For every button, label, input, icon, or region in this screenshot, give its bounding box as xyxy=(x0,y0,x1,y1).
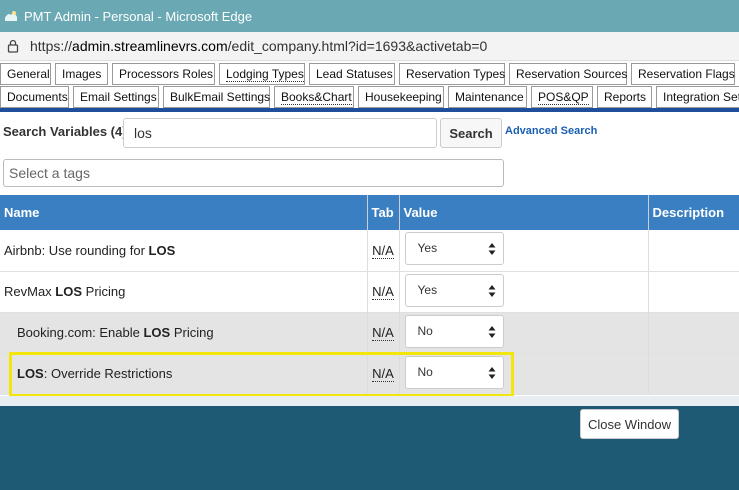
tab-bar: General Images Processors Roles Lodging … xyxy=(0,61,739,111)
tab-housekeeping[interactable]: Housekeeping xyxy=(358,86,444,108)
value-select[interactable]: Yes xyxy=(404,232,504,266)
window-titlebar: PMT Admin - Personal - Microsoft Edge xyxy=(0,0,739,32)
variable-tab: N/A xyxy=(367,312,400,354)
tab-general[interactable]: General xyxy=(0,63,51,85)
tab-reservation-types[interactable]: Reservation Types xyxy=(399,63,505,85)
url-prefix: https:// xyxy=(30,38,73,54)
select-arrows-icon xyxy=(488,366,495,379)
variable-value-cell: Yes xyxy=(399,230,649,272)
tab-integration-settings[interactable]: Integration Setti xyxy=(656,86,739,108)
url-text[interactable]: https://admin.streamlinevrs.com/edit_com… xyxy=(30,38,487,54)
value-select[interactable]: No xyxy=(404,314,504,348)
url-host: admin.streamlinevrs.com xyxy=(72,38,228,54)
variable-description xyxy=(648,353,739,395)
header-tab[interactable]: Tab xyxy=(367,195,400,230)
tab-email-settings[interactable]: Email Settings xyxy=(73,86,159,108)
value-select[interactable]: Yes xyxy=(404,273,504,307)
search-input[interactable] xyxy=(123,118,437,148)
variable-description xyxy=(648,230,739,272)
variable-value-cell: No xyxy=(399,353,649,395)
variable-value-cell: Yes xyxy=(399,271,649,313)
tab-images[interactable]: Images xyxy=(55,63,108,85)
tab-pos-qp[interactable]: POS&QP xyxy=(531,86,593,108)
app-icon xyxy=(5,11,17,21)
tags-input[interactable] xyxy=(3,159,504,187)
tab-processors-roles[interactable]: Processors Roles xyxy=(112,63,215,85)
advanced-search-link[interactable]: Advanced Search xyxy=(505,125,597,137)
tab-lead-statuses[interactable]: Lead Statuses xyxy=(309,63,395,85)
select-arrows-icon xyxy=(488,325,495,338)
search-row: Search Variables (4) Search Advanced Sea… xyxy=(0,118,739,148)
variable-name: RevMax LOS Pricing xyxy=(0,271,368,313)
tab-documents[interactable]: Documents xyxy=(0,86,69,108)
select-arrows-icon xyxy=(488,243,495,256)
tab-reports[interactable]: Reports xyxy=(597,86,652,108)
variable-tab: N/A xyxy=(367,271,400,313)
url-path: /edit_company.html?id=1693&activetab=0 xyxy=(227,38,488,54)
table-row: RevMax LOS Pricing N/A Yes xyxy=(0,271,739,313)
table-header-row: Name Tab Value Description xyxy=(0,195,739,230)
tab-reservation-flags[interactable]: Reservation Flags xyxy=(631,63,735,85)
tab-maintenance[interactable]: Maintenance xyxy=(448,86,527,108)
header-name[interactable]: Name xyxy=(0,195,368,230)
table-row: Booking.com: Enable LOS Pricing N/A No xyxy=(0,312,739,354)
lock-icon[interactable] xyxy=(6,39,20,53)
search-label: Search Variables (4) xyxy=(3,124,127,139)
variable-description xyxy=(648,312,739,354)
header-description[interactable]: Description xyxy=(648,195,739,230)
select-arrows-icon xyxy=(488,284,495,297)
header-value[interactable]: Value xyxy=(399,195,649,230)
variable-name: Booking.com: Enable LOS Pricing xyxy=(0,312,368,354)
tab-bulkemail-settings[interactable]: BulkEmail Settings xyxy=(163,86,270,108)
tab-books-chart[interactable]: Books&Chart xyxy=(274,86,354,108)
variables-panel: Search Variables (4) Search Advanced Sea… xyxy=(0,112,739,396)
variable-value-cell: No xyxy=(399,312,649,354)
search-button[interactable]: Search xyxy=(440,118,502,148)
value-select[interactable]: No xyxy=(404,355,504,389)
table-row: Airbnb: Use rounding for LOS N/A Yes xyxy=(0,230,739,272)
table-row: LOS: Override Restrictions N/A No xyxy=(0,353,739,395)
tab-lodging-types[interactable]: Lodging Types xyxy=(219,63,305,85)
variable-name: Airbnb: Use rounding for LOS xyxy=(0,230,368,272)
address-bar[interactable]: https://admin.streamlinevrs.com/edit_com… xyxy=(0,32,739,61)
variable-description xyxy=(648,271,739,313)
tab-reservation-sources[interactable]: Reservation Sources xyxy=(509,63,627,85)
variables-table: Name Tab Value Description Airbnb: Use r… xyxy=(0,195,739,395)
close-window-button[interactable]: Close Window xyxy=(580,409,679,439)
window-title: PMT Admin - Personal - Microsoft Edge xyxy=(24,8,253,24)
variable-tab: N/A xyxy=(367,230,400,272)
variable-name: LOS: Override Restrictions xyxy=(0,353,368,395)
variable-tab: N/A xyxy=(367,353,400,395)
panel-bottom-strip xyxy=(0,396,739,406)
